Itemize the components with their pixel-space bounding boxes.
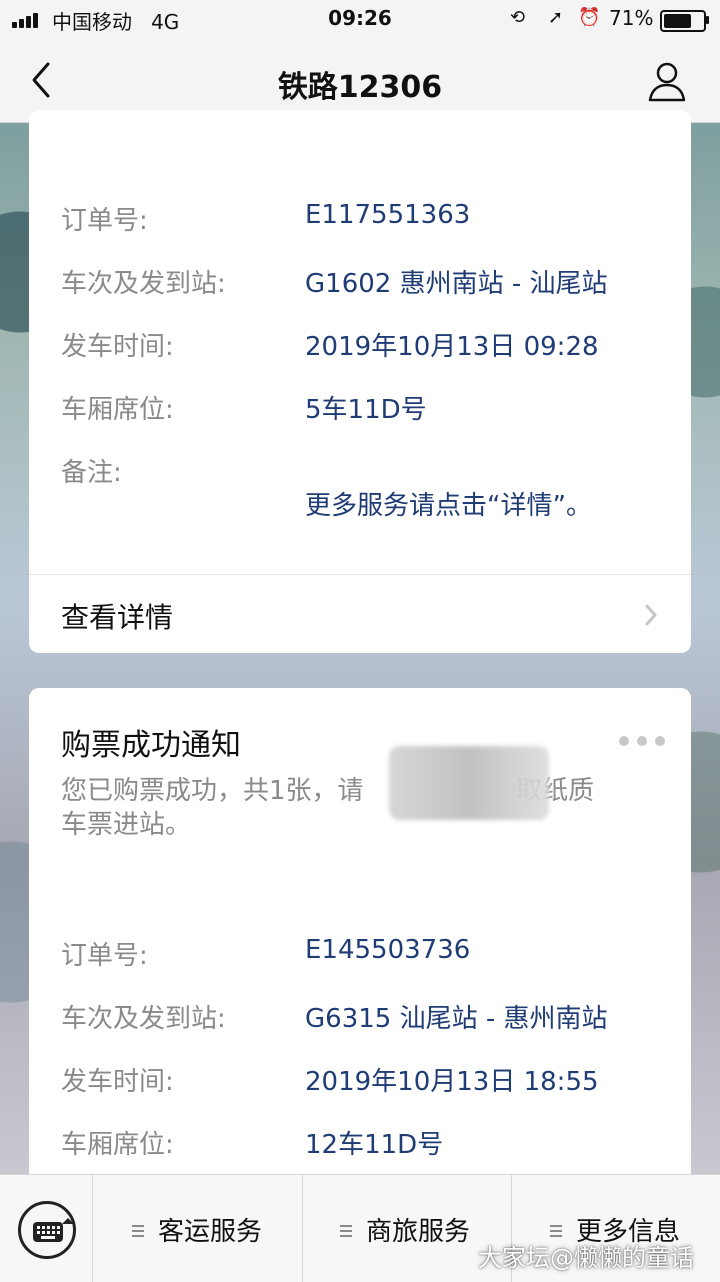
remark-label: 备注: [61, 458, 122, 488]
notification-title: 购票成功通知 [61, 728, 241, 763]
tab-label: 客运服务 [158, 1217, 263, 1247]
departure-time-label: 发车时间: [61, 1067, 174, 1097]
train-route-value: G6315 汕尾站 - 惠州南站 [305, 1004, 608, 1034]
person-icon[interactable] [644, 58, 690, 104]
order-card-1: 订单号: E117551363 车次及发到站: G1602 惠州南站 - 汕尾站… [29, 110, 691, 653]
chevron-right-icon[interactable] [641, 600, 661, 630]
seat-value: 12车11D号 [305, 1130, 444, 1160]
menu-icon [340, 1225, 352, 1237]
alarm-icon: ⏰ [578, 7, 601, 28]
seat-label: 车厢席位: [61, 1130, 174, 1160]
tab-label: 商旅服务 [366, 1217, 471, 1247]
remark-note-value: 更多服务请点击“详情”。 [305, 491, 592, 521]
departure-time-row: 发车时间: 2019年10月13日 09:28 [61, 326, 681, 366]
keyboard-icon[interactable] [18, 1201, 76, 1259]
order-number-row: 订单号: E117551363 [61, 200, 681, 240]
battery-percent: 71% [609, 6, 654, 30]
train-route-label: 车次及发到站: [61, 269, 226, 299]
tab-passenger-service[interactable]: 客运服务 [132, 1211, 292, 1251]
tab-separator [92, 1175, 93, 1282]
battery-icon [660, 10, 709, 32]
train-route-value: G1602 惠州南站 - 汕尾站 [305, 269, 608, 299]
order-number-label: 订单号: [61, 206, 148, 236]
tab-business-travel[interactable]: 商旅服务 [340, 1211, 500, 1251]
departure-time-value: 2019年10月13日 18:55 [305, 1067, 599, 1097]
order-number-label: 订单号: [61, 941, 148, 971]
tab-separator [302, 1175, 303, 1282]
departure-time-label: 发车时间: [61, 332, 174, 362]
more-options-icon[interactable] [619, 736, 665, 748]
departure-time-row: 发车时间: 2019年10月13日 18:55 [61, 1061, 681, 1101]
menu-icon [132, 1225, 144, 1237]
page-title: 铁路12306 [277, 70, 443, 105]
order-number-row: 订单号: E145503736 [61, 935, 681, 975]
redaction-scribble [389, 746, 549, 820]
seat-value: 5车11D号 [305, 395, 427, 425]
rotation-lock-icon: ⟲ [510, 7, 526, 28]
keyboard-glyph-icon [33, 1222, 63, 1242]
notification-description-line1a: 您已购票成功，共1张，请 [61, 776, 364, 806]
watermark-text: 大家坛@懒懒的童话 [478, 1244, 694, 1272]
order-number-value: E117551363 [305, 200, 471, 230]
seat-row: 车厢席位: 12车11D号 [61, 1124, 681, 1164]
train-route-row: 车次及发到站: G6315 汕尾站 - 惠州南站 [61, 998, 681, 1038]
seat-row: 车厢席位: 5车11D号 [61, 389, 681, 429]
remark-note-row: 更多服务请点击“详情”。 [61, 485, 681, 525]
menu-icon [550, 1225, 562, 1237]
train-route-row: 车次及发到站: G1602 惠州南站 - 汕尾站 [61, 263, 681, 303]
seat-label: 车厢席位: [61, 395, 174, 425]
view-details-link[interactable]: 查看详情 [61, 596, 173, 636]
departure-time-value: 2019年10月13日 09:28 [305, 332, 599, 362]
order-number-value: E145503736 [305, 935, 471, 965]
location-icon: ➚ [548, 7, 564, 28]
train-route-label: 车次及发到站: [61, 1004, 226, 1034]
status-bar: 中国移动 4G 09:26 ⟲ ➚ ⏰ 71% [0, 0, 720, 40]
order-card-2: 购票成功通知 您已购票成功，共1张，请 取纸质 车票进站。 订单号: E1455… [29, 688, 691, 1208]
divider [29, 574, 691, 575]
